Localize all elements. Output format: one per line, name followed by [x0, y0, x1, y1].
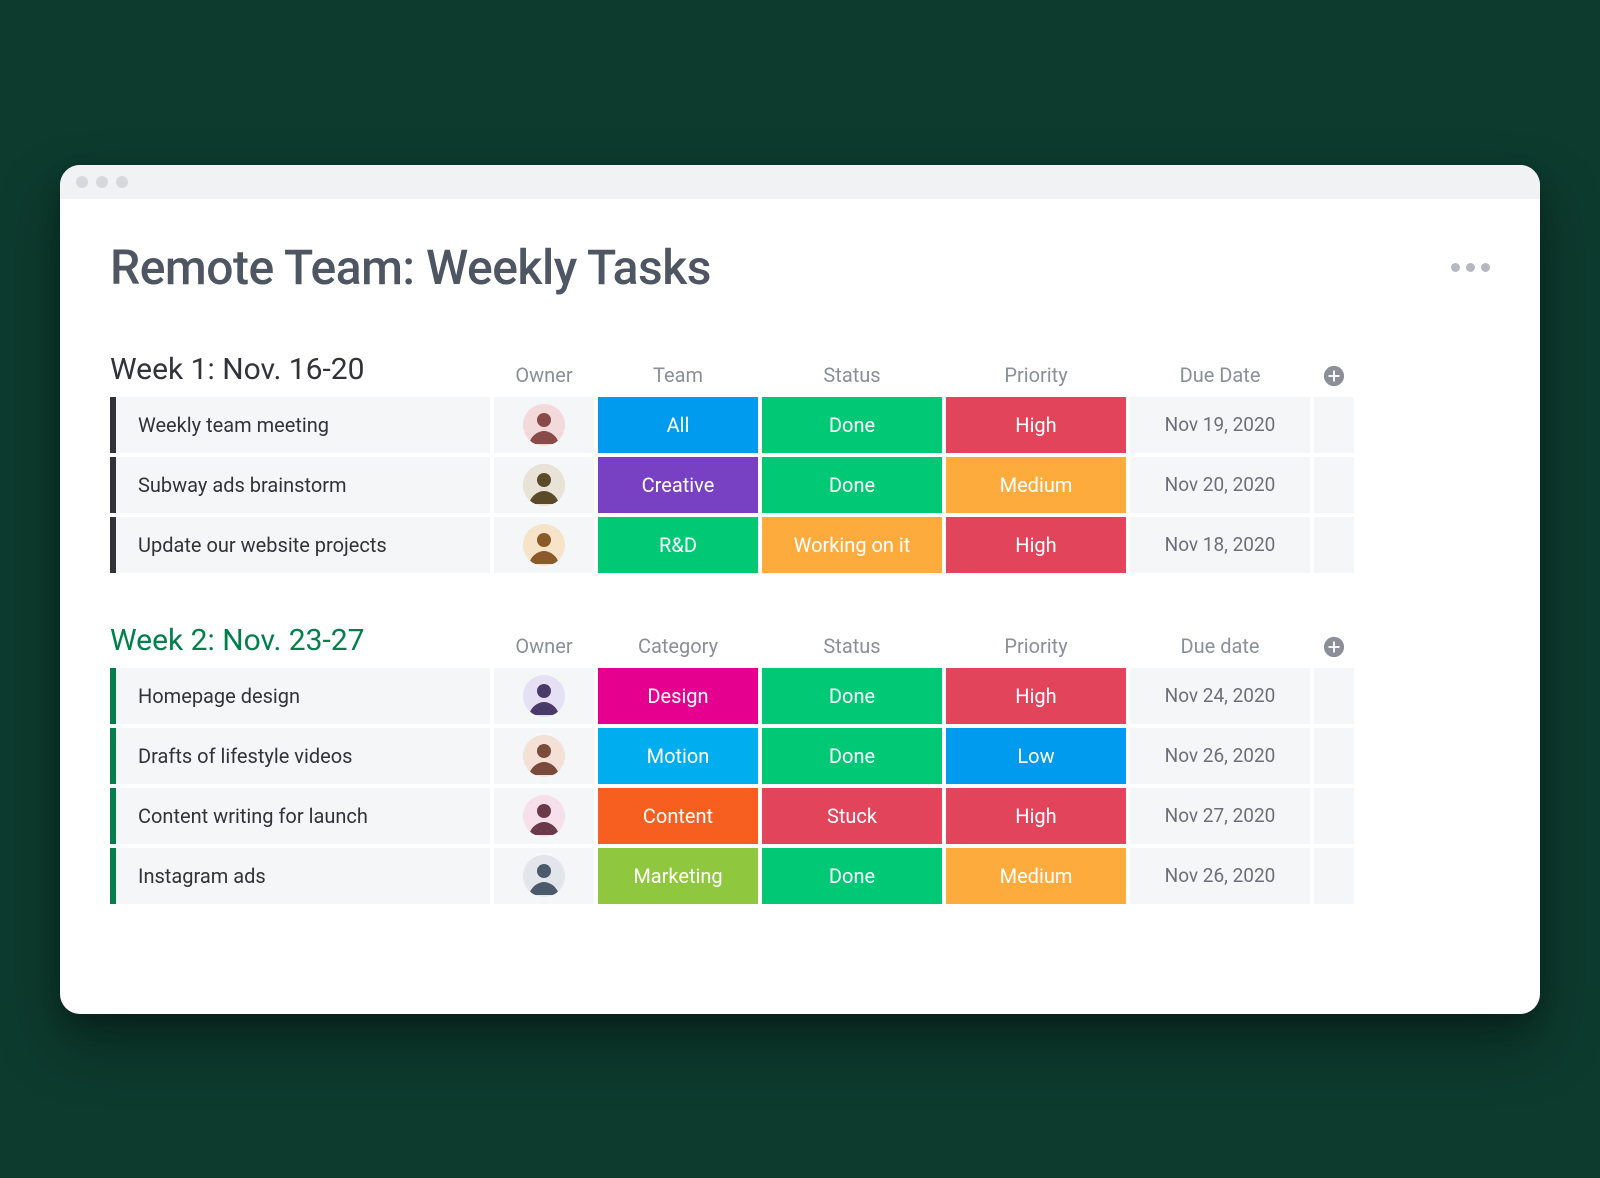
avatar: [523, 675, 565, 717]
avatar: [523, 855, 565, 897]
avatar: [523, 404, 565, 446]
priority-cell[interactable]: Low: [946, 728, 1126, 784]
row-end-cell: [1314, 457, 1354, 513]
due-date-cell[interactable]: Nov 27, 2020: [1130, 788, 1310, 844]
status-cell[interactable]: Done: [762, 668, 942, 724]
add-column-button[interactable]: [1314, 636, 1354, 658]
task-name-cell[interactable]: Homepage design: [110, 668, 490, 724]
task-name-cell[interactable]: Subway ads brainstorm: [110, 457, 490, 513]
due-date-cell[interactable]: Nov 20, 2020: [1130, 457, 1310, 513]
column-header[interactable]: Category: [598, 634, 758, 658]
priority-cell[interactable]: High: [946, 668, 1126, 724]
due-date-cell[interactable]: Nov 19, 2020: [1130, 397, 1310, 453]
status-cell[interactable]: Done: [762, 457, 942, 513]
column-header[interactable]: Status: [762, 363, 942, 387]
board-more-menu[interactable]: [1451, 263, 1490, 272]
category-cell[interactable]: Creative: [598, 457, 758, 513]
window-control-maximize[interactable]: [116, 176, 128, 188]
task-row[interactable]: Instagram ads MarketingDoneMediumNov 26, …: [110, 848, 1490, 904]
owner-cell[interactable]: [494, 517, 594, 573]
window-control-close[interactable]: [76, 176, 88, 188]
task-row[interactable]: Drafts of lifestyle videos MotionDoneLowN…: [110, 728, 1490, 784]
owner-cell[interactable]: [494, 848, 594, 904]
owner-cell[interactable]: [494, 668, 594, 724]
task-group: Week 1: Nov. 16-20OwnerTeamStatusPriorit…: [110, 352, 1490, 573]
column-header[interactable]: Priority: [946, 363, 1126, 387]
task-row[interactable]: Subway ads brainstorm CreativeDoneMediumN…: [110, 457, 1490, 513]
row-end-cell: [1314, 397, 1354, 453]
task-name-cell[interactable]: Drafts of lifestyle videos: [110, 728, 490, 784]
dot-icon: [1451, 263, 1460, 272]
due-date-cell[interactable]: Nov 18, 2020: [1130, 517, 1310, 573]
task-group: Week 2: Nov. 23-27OwnerCategoryStatusPri…: [110, 623, 1490, 904]
task-name-cell[interactable]: Content writing for launch: [110, 788, 490, 844]
row-end-cell: [1314, 788, 1354, 844]
avatar: [523, 735, 565, 777]
status-cell[interactable]: Stuck: [762, 788, 942, 844]
dot-icon: [1481, 263, 1490, 272]
group-header: Week 2: Nov. 23-27OwnerCategoryStatusPri…: [110, 623, 1490, 658]
category-cell[interactable]: R&D: [598, 517, 758, 573]
window-titlebar: [60, 165, 1540, 199]
task-name-cell[interactable]: Weekly team meeting: [110, 397, 490, 453]
category-cell[interactable]: All: [598, 397, 758, 453]
priority-cell[interactable]: High: [946, 788, 1126, 844]
priority-cell[interactable]: Medium: [946, 457, 1126, 513]
owner-cell[interactable]: [494, 728, 594, 784]
app-window: Remote Team: Weekly Tasks Week 1: Nov. 1…: [60, 165, 1540, 1014]
avatar: [523, 464, 565, 506]
board-content: Remote Team: Weekly Tasks Week 1: Nov. 1…: [60, 199, 1540, 1014]
priority-cell[interactable]: High: [946, 397, 1126, 453]
row-end-cell: [1314, 668, 1354, 724]
owner-cell[interactable]: [494, 397, 594, 453]
column-header[interactable]: Team: [598, 363, 758, 387]
category-cell[interactable]: Content: [598, 788, 758, 844]
window-control-minimize[interactable]: [96, 176, 108, 188]
column-header[interactable]: Status: [762, 634, 942, 658]
dot-icon: [1466, 263, 1475, 272]
due-date-cell[interactable]: Nov 26, 2020: [1130, 728, 1310, 784]
status-cell[interactable]: Done: [762, 848, 942, 904]
status-cell[interactable]: Done: [762, 728, 942, 784]
task-row[interactable]: Homepage design DesignDoneHighNov 24, 202…: [110, 668, 1490, 724]
plus-icon: [1323, 636, 1345, 658]
row-end-cell: [1314, 728, 1354, 784]
due-date-cell[interactable]: Nov 26, 2020: [1130, 848, 1310, 904]
priority-cell[interactable]: Medium: [946, 848, 1126, 904]
add-column-button[interactable]: [1314, 365, 1354, 387]
group-title[interactable]: Week 1: Nov. 16-20: [110, 352, 490, 387]
avatar: [523, 795, 565, 837]
column-header[interactable]: Due date: [1130, 634, 1310, 658]
task-name-cell[interactable]: Instagram ads: [110, 848, 490, 904]
group-title[interactable]: Week 2: Nov. 23-27: [110, 623, 490, 658]
row-end-cell: [1314, 517, 1354, 573]
status-cell[interactable]: Done: [762, 397, 942, 453]
task-row[interactable]: Update our website projects R&DWorking on…: [110, 517, 1490, 573]
owner-cell[interactable]: [494, 788, 594, 844]
task-row[interactable]: Content writing for launch ContentStuckHi…: [110, 788, 1490, 844]
due-date-cell[interactable]: Nov 24, 2020: [1130, 668, 1310, 724]
row-end-cell: [1314, 848, 1354, 904]
task-name-cell[interactable]: Update our website projects: [110, 517, 490, 573]
column-header[interactable]: Owner: [494, 634, 594, 658]
avatar: [523, 524, 565, 566]
category-cell[interactable]: Motion: [598, 728, 758, 784]
owner-cell[interactable]: [494, 457, 594, 513]
plus-icon: [1323, 365, 1345, 387]
column-header[interactable]: Due Date: [1130, 363, 1310, 387]
group-header: Week 1: Nov. 16-20OwnerTeamStatusPriorit…: [110, 352, 1490, 387]
column-header[interactable]: Priority: [946, 634, 1126, 658]
column-header[interactable]: Owner: [494, 363, 594, 387]
category-cell[interactable]: Design: [598, 668, 758, 724]
priority-cell[interactable]: High: [946, 517, 1126, 573]
board-title[interactable]: Remote Team: Weekly Tasks: [110, 239, 711, 296]
category-cell[interactable]: Marketing: [598, 848, 758, 904]
status-cell[interactable]: Working on it: [762, 517, 942, 573]
task-row[interactable]: Weekly team meeting AllDoneHighNov 19, 20…: [110, 397, 1490, 453]
